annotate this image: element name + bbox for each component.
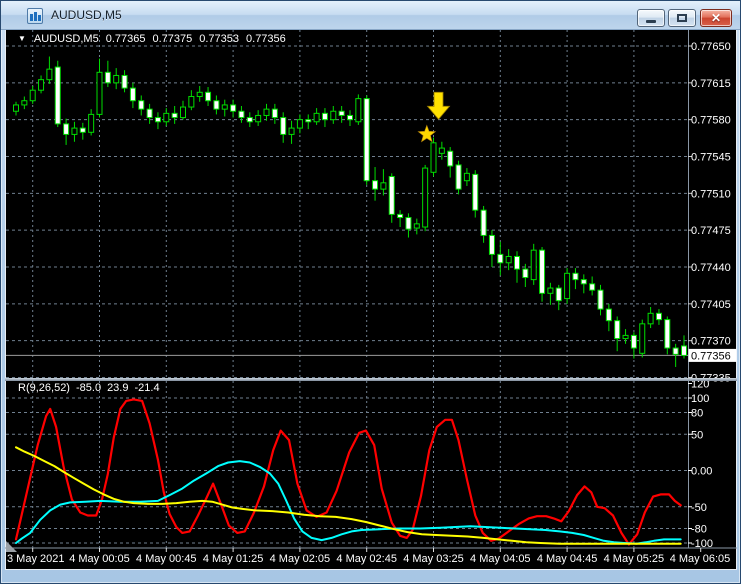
price-axis-label: 0.77580 xyxy=(691,115,731,127)
time-axis-label: 4 May 06:05 xyxy=(670,553,731,565)
candlesticks xyxy=(13,56,687,367)
time-axis-label: 4 May 04:45 xyxy=(537,553,598,565)
high-value: 0.77375 xyxy=(152,33,193,45)
price-axis-label: 0.77615 xyxy=(691,78,731,90)
indicator-axis-label: 0.00 xyxy=(691,466,712,478)
chevron-down-icon[interactable]: ▼ xyxy=(18,34,26,43)
mt4-chart-window: AUDUSD,M5 ✕ 0.77650 0.77615 0.77580 0.77545… xyxy=(0,0,741,584)
close-value: 0.77356 xyxy=(246,33,286,45)
window-title: AUDUSD,M5 xyxy=(51,8,122,22)
time-axis-label: 4 May 01:25 xyxy=(203,553,264,565)
chart-canvas[interactable]: 0.77650 0.77615 0.77580 0.77545 0.77510 0.774… xyxy=(5,30,737,570)
window-titlebar[interactable]: AUDUSD,M5 ✕ xyxy=(1,1,740,30)
chart-icon xyxy=(27,8,43,24)
time-axis-label: 4 May 05:25 xyxy=(604,553,665,565)
time-axis-label: 4 May 00:45 xyxy=(136,553,197,565)
minimize-button[interactable] xyxy=(637,9,665,27)
indicator-axis-label: 50 xyxy=(691,429,703,441)
bid-price-tag: 0.77356 xyxy=(688,348,737,362)
time-axis-label: 4 May 03:25 xyxy=(403,553,464,565)
minimize-icon xyxy=(646,20,656,23)
indicator-axis-label: -100 xyxy=(691,538,713,550)
price-axis-label: 0.77370 xyxy=(691,336,731,348)
close-icon: ✕ xyxy=(710,11,722,25)
price-axis-label: 0.77510 xyxy=(691,188,731,200)
restore-button[interactable] xyxy=(668,9,696,27)
indicator-axis-label: 80 xyxy=(691,408,703,420)
close-button[interactable]: ✕ xyxy=(700,9,732,27)
price-axis-label: 0.77650 xyxy=(691,41,731,53)
oscillator-lines xyxy=(14,398,682,546)
price-axis-label: 0.77545 xyxy=(691,152,731,164)
time-axis-label: 4 May 02:05 xyxy=(270,553,331,565)
indicator-value-2: 23.9 xyxy=(107,382,129,394)
indicator-axis-label: -80 xyxy=(691,524,707,536)
indicator-value-1: -85.0 xyxy=(75,382,102,394)
open-value: 0.77365 xyxy=(105,33,146,45)
svg-text:0.77356: 0.77356 xyxy=(691,350,731,362)
oscillator-line-red xyxy=(14,398,682,546)
symbol-period-label: AUDUSD,M5 xyxy=(33,33,99,45)
panel-splitter[interactable] xyxy=(5,378,737,381)
star-marker[interactable] xyxy=(417,124,437,143)
oscillator-line-cyan xyxy=(15,460,682,545)
indicator-axis-label: -50 xyxy=(691,502,707,514)
axes xyxy=(5,30,737,552)
indicator-axis-label: 100 xyxy=(691,393,709,405)
time-axis-label: 4 May 04:05 xyxy=(470,553,531,565)
oscillator-line-yellow xyxy=(15,446,682,545)
restore-icon xyxy=(677,14,687,22)
time-axis-label: 3 May 2021 xyxy=(7,553,64,565)
indicator-label: R(9,26,52) -85.0 23.9 -21.4 xyxy=(18,382,166,394)
down-arrow-marker[interactable] xyxy=(426,91,451,120)
indicator-value-3: -21.4 xyxy=(134,382,160,394)
price-axis-label: 0.77440 xyxy=(691,262,731,274)
price-axis-label: 0.77405 xyxy=(691,299,731,311)
price-axis-label: 0.77475 xyxy=(691,225,731,237)
low-value: 0.77353 xyxy=(199,33,240,45)
indicator-name: R(9,26,52) xyxy=(18,382,70,394)
time-axis-label: 4 May 00:05 xyxy=(69,553,130,565)
time-axis-label: 4 May 02:45 xyxy=(336,553,397,565)
chart-ohlc-header: ▼ AUDUSD,M5 0.77365 0.77375 0.77353 0.77356 xyxy=(18,33,293,45)
